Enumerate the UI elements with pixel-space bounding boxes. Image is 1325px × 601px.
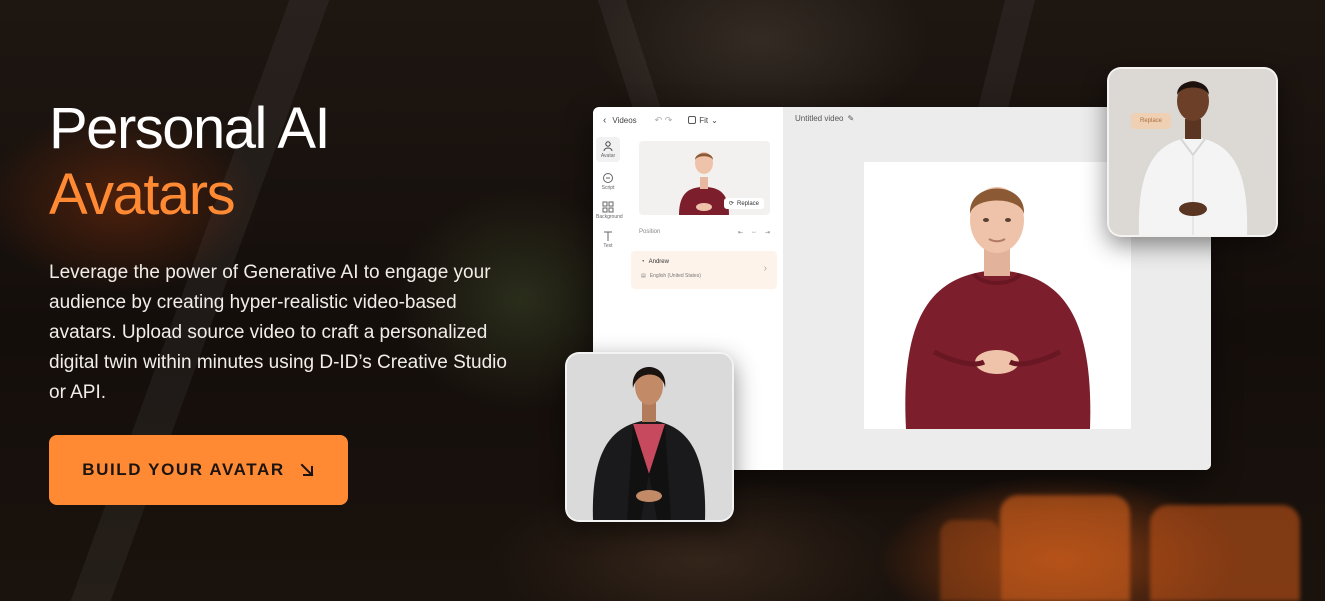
tool-background[interactable]: Background [596, 201, 623, 220]
avatar-icon [603, 141, 613, 152]
tool-label: Avatar [600, 153, 616, 159]
pencil-icon[interactable]: ✎ [847, 114, 854, 123]
replace-ghost-button: Replace [1131, 113, 1171, 129]
voice-language: English (United States) [649, 273, 701, 279]
tool-label: Script [601, 185, 615, 191]
chevron-down-icon: ⌄ [711, 115, 718, 125]
us-flag-icon: ▤ [641, 273, 646, 279]
voice-wave-icon: ◔ [641, 259, 645, 265]
avatar-thumbnail[interactable]: ⟳ Replace [639, 141, 770, 215]
voice-name-row: ◔ Andrew [641, 259, 669, 265]
videos-link[interactable]: Videos [612, 116, 636, 125]
orange-chair [1000, 495, 1130, 601]
video-title-row: Untitled video ✎ [795, 114, 854, 123]
replace-label: Replace [736, 200, 759, 207]
avatar-card-woman [565, 352, 734, 522]
fit-label: Fit [699, 115, 709, 125]
position-row: Position ⇤ ↔ ⇥ [639, 229, 770, 236]
build-your-avatar-label: BUILD YOUR AVATAR [82, 460, 285, 479]
orange-chair [940, 520, 1000, 601]
tool-avatar[interactable]: Avatar [596, 137, 620, 162]
tool-label: Text [603, 243, 613, 249]
arrow-down-right-icon [300, 463, 314, 477]
man-white-shirt-avatar-image [1109, 69, 1276, 235]
script-icon [603, 173, 613, 183]
tool-label: Background [596, 214, 623, 220]
chevron-right-icon: › [763, 263, 767, 274]
video-title[interactable]: Untitled video [795, 114, 843, 123]
replace-avatar-button[interactable]: ⟳ Replace [723, 198, 764, 209]
align-center-icon[interactable]: ↔ [751, 229, 757, 236]
background-icon [602, 201, 614, 213]
voice-language-row: ▤ English (United States) [641, 273, 701, 279]
align-left-icon[interactable]: ⇤ [738, 229, 743, 236]
tool-text[interactable]: Text [596, 230, 620, 249]
orange-chair [1150, 505, 1300, 601]
hero-title-line-2: Avatars [49, 162, 236, 227]
fit-dropdown[interactable]: Fit ⌄ [688, 116, 718, 125]
studio-topbar: ‹ Videos ↶ ↷ Fit ⌄ [593, 107, 783, 133]
refresh-icon: ⟳ [728, 201, 734, 207]
undo-redo-icon[interactable]: ↶ ↷ [655, 115, 673, 126]
text-icon [604, 231, 612, 241]
fit-icon [688, 116, 697, 124]
position-controls: ⇤ ↔ ⇥ [738, 229, 770, 236]
align-right-icon[interactable]: ⇥ [765, 229, 770, 236]
video-stage [864, 162, 1131, 429]
build-your-avatar-button[interactable]: BUILD YOUR AVATAR [49, 435, 348, 505]
avatar-card-man: Replace [1107, 67, 1278, 237]
tool-script[interactable]: Script [596, 172, 620, 191]
andrew-avatar-image [905, 187, 1091, 429]
voice-name: Andrew [648, 259, 669, 265]
back-chevron-icon[interactable]: ‹ [603, 115, 606, 126]
voice-selector[interactable]: ◔ Andrew ▤ English (United States) › [631, 251, 777, 289]
woman-black-blazer-avatar-image [567, 354, 732, 520]
hero-title: Personal AI Avatars [49, 96, 331, 228]
hero-description: Leverage the power of Generative AI to e… [49, 262, 507, 403]
position-label: Position [639, 229, 661, 235]
hero-title-line-1: Personal AI [49, 96, 331, 161]
